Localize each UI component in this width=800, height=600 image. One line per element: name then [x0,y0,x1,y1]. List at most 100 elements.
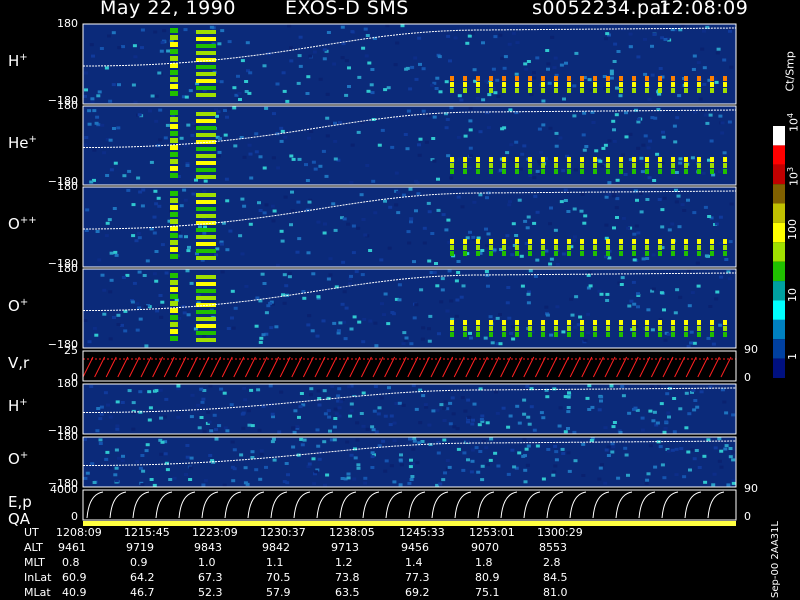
spectrogram-cell [112,127,116,130]
spectrogram-cell [145,259,150,263]
spectrogram-cell [91,54,95,58]
spectrogram-cell [472,402,477,406]
spectrogram-cell [366,89,371,93]
spectrogram-cell [292,430,297,434]
spectrogram-cell [279,139,284,143]
spectrogram-cell [469,336,473,340]
spectrogram-cell [478,450,483,453]
spectrogram-cell [580,326,584,331]
spectrogram-cell [326,277,331,281]
spectrogram-cell [196,242,216,246]
spectrogram-cell [185,269,190,273]
spectrogram-cell [108,99,113,103]
spectrogram-cell [652,179,657,182]
spectrogram-cell [553,228,558,232]
spectrogram-cell [373,385,378,388]
spectrogram-cell [644,482,649,485]
spectrogram-cell [593,163,597,168]
spectrogram-cell [108,138,113,142]
spectrogram-cell [710,326,714,331]
spectrogram-cell [242,155,247,159]
spectrogram-cell [584,145,589,148]
spectrogram-cell [250,450,255,454]
spectrogram-cell [667,228,672,232]
spectrogram-cell [244,80,249,83]
spectrogram-cell [196,86,216,90]
spectrogram-cell [417,36,422,40]
spectrogram-cell [454,314,459,318]
spectrogram-cell [196,168,216,172]
spectrogram-cell [148,109,152,113]
spectrogram-cell [509,331,514,335]
spectrogram-cell [365,427,370,431]
spectrogram-cell [208,454,213,457]
spectrogram-cell [149,478,154,481]
spectrogram-cell [116,313,121,317]
spectrogram-cell [356,226,361,230]
spectrogram-cell [84,71,88,75]
spectrogram-cell [463,76,467,81]
spectrogram-cell [468,106,473,110]
spectrogram-cell [456,195,461,199]
spectrogram-cell [515,157,519,162]
spectrogram-cell [259,449,264,453]
spectrogram-cell [526,301,531,305]
spectrogram-cell [188,89,193,93]
spectrogram-cell [394,171,399,175]
spectrogram-cell [407,241,412,245]
spectrogram-cell [480,464,485,468]
spectrogram-cell [269,326,274,330]
spectrogram-cell [691,388,696,392]
spectrogram-cell [159,315,164,319]
spectrogram-cell [159,416,164,420]
spectrogram-cell [342,320,346,324]
spectrogram-cell [281,71,286,75]
spectrogram-cell [671,88,675,93]
spectrogram-cell [658,88,662,93]
spectrogram-cell [529,405,534,409]
spectrogram-cell [170,308,178,313]
spectrogram-cell [168,478,173,481]
spectrogram-cell [658,326,662,331]
spectrogram-cell [291,445,296,449]
spectrogram-cell [191,122,196,125]
spectrogram-cell [254,324,259,328]
spectrogram-cell [113,161,118,165]
spectrogram-cell [616,476,621,480]
spectrogram-cell [289,223,293,227]
spectrogram-cell [456,260,461,263]
spectrogram-cell [196,282,216,286]
colorbar-tick-label: 100 [786,219,799,240]
spectrogram-cell [528,157,532,162]
spectrogram-cell [606,157,610,162]
spectrogram-cell [90,100,95,104]
spectrogram-cell [427,210,432,214]
spectrogram-cell [365,164,370,167]
spectrogram-cell [258,209,263,212]
spectrogram-cell [393,63,398,67]
spectrogram-cell [225,115,229,119]
spectrogram-cell [83,437,87,441]
spectrogram-cell [97,90,102,94]
spectrogram-cell [678,157,683,161]
spectrogram-cell [415,181,420,185]
spectrogram-cell [446,218,451,222]
spectrogram-cell [170,84,178,89]
spectrogram-cell [271,156,276,160]
spectrogram-cell [239,453,244,457]
spectrogram-cell [502,245,506,250]
spectrogram-cell [703,205,708,209]
spectrogram-cell [636,55,641,59]
spectrogram-cell [158,388,163,392]
spectrogram-cell [502,82,506,87]
spectrogram-cell [417,143,421,147]
spectrogram-cell [655,152,660,156]
spectrogram-cell [306,465,311,469]
spectrogram-cell [196,51,216,55]
spectrogram-cell [511,31,516,35]
spectrogram-cell [476,82,480,87]
spectrogram-cell [243,466,248,470]
spectrogram-cell [446,154,451,158]
spectrogram-cell [606,445,611,449]
spectrogram-cell [121,276,126,279]
